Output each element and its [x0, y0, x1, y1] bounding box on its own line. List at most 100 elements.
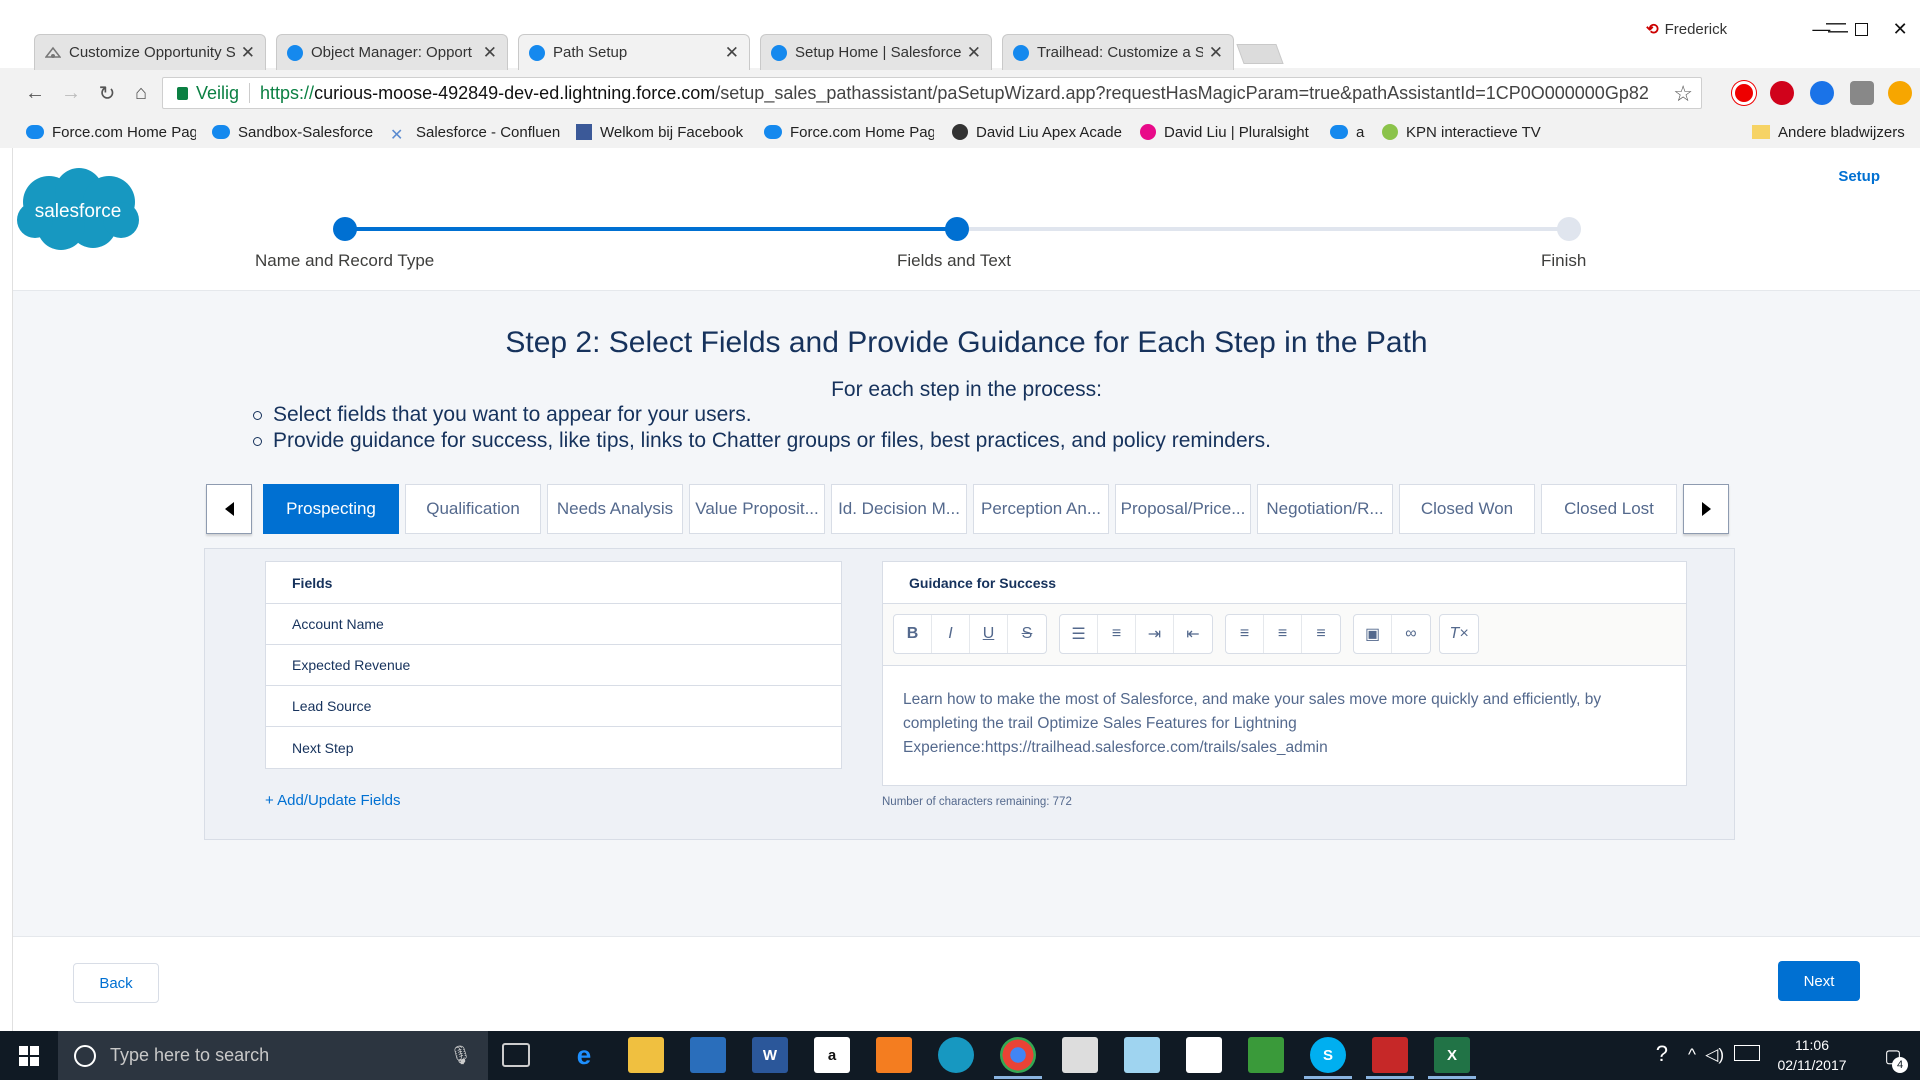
clear-formatting-icon[interactable]: T×: [1440, 615, 1478, 653]
store-icon[interactable]: [690, 1037, 726, 1073]
amazon-icon[interactable]: a: [814, 1037, 850, 1073]
tab-trailhead[interactable]: Trailhead: Customize a Sa ✕: [1002, 34, 1234, 70]
app-icon[interactable]: [1248, 1037, 1284, 1073]
volume-icon[interactable]: ◁): [1705, 1045, 1724, 1065]
bookmark-star-icon[interactable]: ☆: [1673, 81, 1693, 107]
bookmark-item[interactable]: Welkom bij Facebook: [576, 120, 751, 144]
extension-shield-icon[interactable]: [1810, 81, 1834, 105]
alignment-group: ≡ ≡ ≡: [1225, 614, 1341, 654]
extension-alert-icon[interactable]: [1888, 81, 1912, 105]
secure-indicator[interactable]: Veilig: [177, 83, 239, 104]
help-icon[interactable]: ?: [1656, 1041, 1668, 1067]
stage-tab-closed-lost[interactable]: Closed Lost: [1541, 484, 1677, 534]
scroll-stages-left-button[interactable]: [206, 484, 252, 534]
forward-arrow-icon[interactable]: →: [56, 78, 86, 108]
maximize-icon[interactable]: [1854, 22, 1868, 36]
bookmark-item[interactable]: Force.com Home Pag: [26, 120, 196, 144]
pinterest-icon[interactable]: [1770, 81, 1794, 105]
bookmark-item[interactable]: Sandbox-Salesforce: [212, 120, 377, 144]
other-bookmarks[interactable]: Andere bladwijzers: [1752, 120, 1912, 144]
strikethrough-icon[interactable]: S: [1008, 615, 1046, 653]
back-arrow-icon[interactable]: ←: [20, 78, 50, 108]
file-explorer-icon[interactable]: [628, 1037, 664, 1073]
word-icon[interactable]: W: [752, 1037, 788, 1073]
system-clock[interactable]: 11:06 02/11/2017: [1772, 1035, 1852, 1075]
bookmark-item[interactable]: ✕ Salesforce - Confluen: [390, 120, 560, 145]
salesforce-app-icon[interactable]: [938, 1037, 974, 1073]
action-center-icon[interactable]: ▢ 4: [1876, 1041, 1910, 1073]
add-update-fields-link[interactable]: + Add/Update Fields: [265, 792, 401, 809]
opera-extension-icon[interactable]: [1732, 81, 1756, 105]
stage-tab-perception-analysis[interactable]: Perception An...: [973, 484, 1109, 534]
guidance-text-area[interactable]: Learn how to make the most of Salesforce…: [883, 666, 1686, 782]
close-window-icon[interactable]: ✕: [1893, 19, 1908, 40]
outdent-icon[interactable]: ⇤: [1174, 615, 1212, 653]
back-button[interactable]: Back: [73, 963, 159, 1003]
taskbar-search[interactable]: Type here to search 🎙: [58, 1031, 488, 1080]
window-controls: — ✕: [1800, 14, 1920, 44]
indent-icon[interactable]: ⇥: [1136, 615, 1174, 653]
setup-link[interactable]: Setup: [1838, 168, 1880, 185]
close-tab-icon[interactable]: ✕: [967, 43, 981, 63]
bookmark-item[interactable]: Force.com Home Pag: [764, 120, 934, 144]
tab-setup-home[interactable]: Setup Home | Salesforce ✕: [760, 34, 992, 70]
close-tab-icon[interactable]: ✕: [483, 43, 497, 63]
salesforce-cloud-icon: [771, 44, 787, 61]
app-icon[interactable]: [1366, 1037, 1414, 1079]
chevron-up-icon[interactable]: ^: [1688, 1045, 1696, 1065]
tab-path-setup[interactable]: Path Setup ✕: [518, 34, 750, 70]
bookmark-item[interactable]: David Liu | Pluralsight: [1140, 120, 1318, 144]
bookmark-item[interactable]: David Liu Apex Acade: [952, 120, 1124, 144]
bulleted-list-icon[interactable]: ☰: [1060, 615, 1098, 653]
italic-icon[interactable]: I: [932, 615, 970, 653]
close-tab-icon[interactable]: ✕: [725, 43, 739, 63]
address-bar[interactable]: Veilig https://curious-moose-492849-dev-…: [162, 77, 1702, 109]
app-icon[interactable]: [876, 1037, 912, 1073]
stage-tab-qualification[interactable]: Qualification: [405, 484, 541, 534]
stage-tab-value-proposition[interactable]: Value Proposit...: [689, 484, 825, 534]
tab-customize-opportunity[interactable]: Customize Opportunity S ✕: [34, 34, 266, 70]
tab-object-manager[interactable]: Object Manager: Opport ✕: [276, 34, 508, 70]
close-tab-icon[interactable]: ✕: [1209, 43, 1223, 63]
microphone-icon[interactable]: 🎙: [449, 1045, 472, 1066]
stage-tab-needs-analysis[interactable]: Needs Analysis: [547, 484, 683, 534]
image-icon[interactable]: ▣: [1354, 615, 1392, 653]
stage-tab-negotiation-review[interactable]: Negotiation/R...: [1257, 484, 1393, 534]
windows-taskbar: Type here to search 🎙 e W a S X ? ^ ◁) 1…: [0, 1031, 1920, 1080]
bookmark-item[interactable]: a: [1330, 120, 1370, 144]
bookmark-item[interactable]: KPN interactieve TV: [1382, 120, 1552, 144]
calculator-icon[interactable]: [1062, 1037, 1098, 1073]
stage-tab-proposal-price-quote[interactable]: Proposal/Price...: [1115, 484, 1251, 534]
fields-table: Fields Account Name Expected Revenue Lea…: [265, 561, 842, 769]
app-icon[interactable]: [1124, 1037, 1160, 1073]
salesforce-logo: salesforce: [17, 168, 139, 250]
mail-icon[interactable]: [1186, 1037, 1222, 1073]
home-icon[interactable]: ⌂: [126, 78, 156, 108]
align-left-icon[interactable]: ≡: [1226, 615, 1264, 653]
edge-icon[interactable]: e: [566, 1037, 602, 1073]
align-right-icon[interactable]: ≡: [1302, 615, 1340, 653]
reload-icon[interactable]: ↻: [92, 78, 122, 108]
minimize-icon[interactable]: —: [1812, 19, 1830, 40]
close-tab-icon[interactable]: ✕: [241, 43, 255, 63]
stage-tab-id-decision-makers[interactable]: Id. Decision M...: [831, 484, 967, 534]
numbered-list-icon[interactable]: ≡: [1098, 615, 1136, 653]
skype-icon[interactable]: S: [1304, 1037, 1352, 1079]
extension-icon[interactable]: [1850, 81, 1874, 105]
new-tab-button[interactable]: [1236, 44, 1284, 64]
salesforce-cloud-icon: [212, 125, 230, 139]
stage-tab-closed-won[interactable]: Closed Won: [1399, 484, 1535, 534]
excel-icon[interactable]: X: [1428, 1037, 1476, 1079]
task-view-icon[interactable]: [502, 1043, 530, 1067]
link-icon[interactable]: ∞: [1392, 615, 1430, 653]
stage-tab-prospecting[interactable]: Prospecting: [263, 484, 399, 534]
start-button[interactable]: [0, 1031, 58, 1080]
bold-icon[interactable]: B: [894, 615, 932, 653]
align-center-icon[interactable]: ≡: [1264, 615, 1302, 653]
next-button[interactable]: Next: [1778, 961, 1860, 1001]
profile-button[interactable]: ⟲ Frederick: [1646, 20, 1727, 39]
underline-icon[interactable]: U: [970, 615, 1008, 653]
keyboard-icon[interactable]: [1734, 1045, 1760, 1061]
chrome-icon[interactable]: [994, 1037, 1042, 1079]
scroll-stages-right-button[interactable]: [1683, 484, 1729, 534]
